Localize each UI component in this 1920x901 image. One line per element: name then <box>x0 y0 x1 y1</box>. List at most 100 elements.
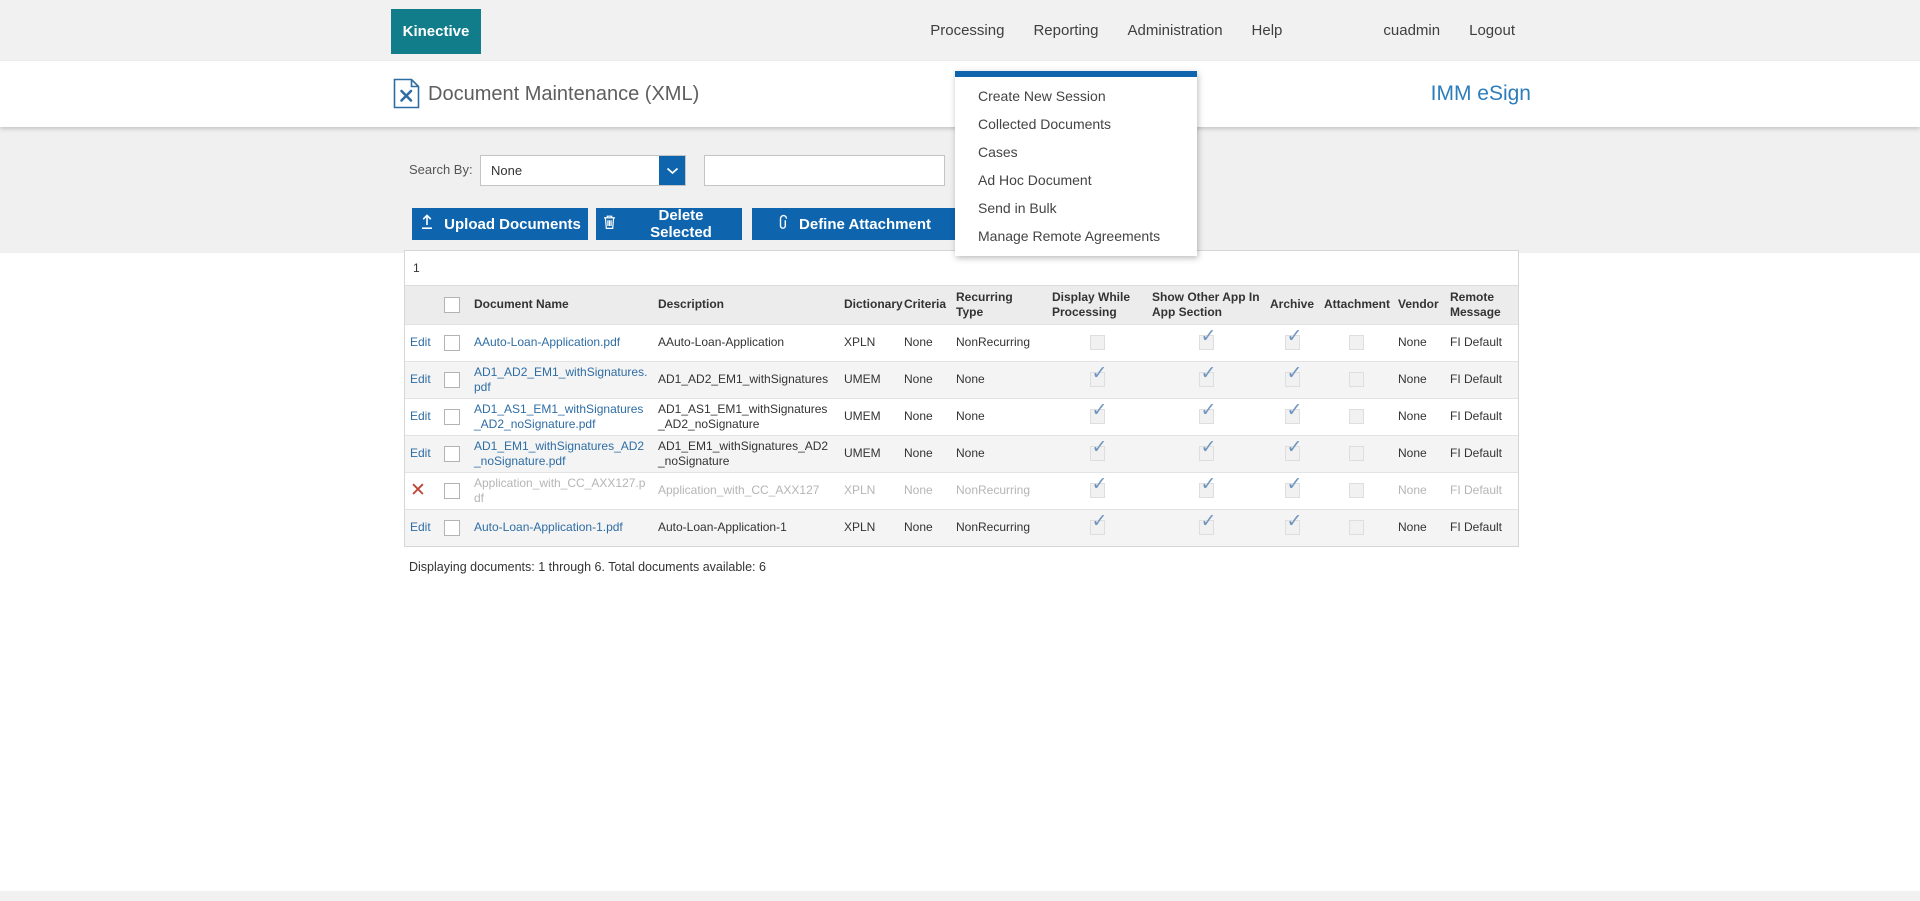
column-header-criteria: Criteria <box>899 286 951 324</box>
menu-item-create-new-session[interactable]: Create New Session <box>955 82 1197 110</box>
unchecked-indicator <box>1349 372 1364 387</box>
recurring-type-cell: None <box>951 361 1047 398</box>
display-while-processing-cell: ✓ <box>1047 361 1147 398</box>
processing-dropdown: Create New SessionCollected DocumentsCas… <box>955 71 1197 256</box>
archive-cell: ✓ <box>1265 472 1319 509</box>
edit-link[interactable]: Edit <box>410 335 431 349</box>
menu-item-cases[interactable]: Cases <box>955 138 1197 166</box>
check-icon: ✓ <box>1201 401 1217 420</box>
row-checkbox[interactable] <box>444 409 460 425</box>
select-cell <box>439 509 469 546</box>
nav-item-cuadmin[interactable]: cuadmin <box>1383 22 1440 39</box>
row-checkbox[interactable] <box>444 372 460 388</box>
search-input[interactable] <box>704 155 945 186</box>
column-header-vendor: Vendor <box>1393 286 1445 324</box>
check-icon: ✓ <box>1201 364 1217 383</box>
dictionary-cell: XPLN <box>839 472 899 509</box>
check-icon: ✓ <box>1287 364 1303 383</box>
paperclip-icon <box>776 214 790 235</box>
document-name-cell: AAuto-Loan-Application.pdf <box>469 324 653 361</box>
document-name-cell: Application_with_CC_AXX127.pdf <box>469 472 653 509</box>
criteria-cell: None <box>899 509 951 546</box>
check-icon: ✓ <box>1201 475 1217 494</box>
remote-message-cell: FI Default <box>1445 361 1518 398</box>
nav-item-reporting[interactable]: Reporting <box>1033 22 1098 39</box>
menu-item-ad-hoc-document[interactable]: Ad Hoc Document <box>955 166 1197 194</box>
check-icon: ✓ <box>1201 512 1217 531</box>
checked-indicator: ✓ <box>1090 446 1105 461</box>
row-checkbox[interactable] <box>444 483 460 499</box>
column-header-remote-message: Remote Message <box>1445 286 1518 324</box>
document-name-cell: Auto-Loan-Application-1.pdf <box>469 509 653 546</box>
show-other-app-cell: ✓ <box>1147 472 1265 509</box>
description-cell: AAuto-Loan-Application <box>653 324 839 361</box>
search-by-select[interactable]: None <box>480 155 686 186</box>
menu-item-send-in-bulk[interactable]: Send in Bulk <box>955 194 1197 222</box>
row-checkbox[interactable] <box>444 335 460 351</box>
document-name-link[interactable]: AD1_AS1_EM1_withSignatures_AD2_noSignatu… <box>474 402 643 431</box>
document-name-link[interactable]: AD1_AD2_EM1_withSignatures.pdf <box>474 365 647 394</box>
checked-indicator: ✓ <box>1199 520 1214 535</box>
dictionary-cell: UMEM <box>839 435 899 472</box>
unchecked-indicator <box>1349 409 1364 424</box>
attachment-cell <box>1319 361 1393 398</box>
checked-indicator: ✓ <box>1090 483 1105 498</box>
select-cell <box>439 398 469 435</box>
row-checkbox[interactable] <box>444 446 460 462</box>
trash-icon <box>602 214 617 234</box>
select-dropdown-button[interactable] <box>659 156 685 185</box>
upload-icon <box>419 214 435 234</box>
edit-link[interactable]: Edit <box>410 372 431 386</box>
criteria-cell: None <box>899 398 951 435</box>
document-name-link[interactable]: AD1_EM1_withSignatures_AD2_noSignature.p… <box>474 439 644 468</box>
edit-link[interactable]: Edit <box>410 409 431 423</box>
documents-table: Document NameDescriptionDictionaryCriter… <box>405 286 1518 546</box>
checked-indicator: ✓ <box>1199 446 1214 461</box>
unchecked-indicator <box>1349 335 1364 350</box>
menu-item-collected-documents[interactable]: Collected Documents <box>955 110 1197 138</box>
attachment-cell <box>1319 398 1393 435</box>
show-other-app-cell: ✓ <box>1147 435 1265 472</box>
edit-link[interactable]: Edit <box>410 520 431 534</box>
menu-item-manage-remote-agreements[interactable]: Manage Remote Agreements <box>955 222 1197 250</box>
action-cell: Edit <box>405 398 439 435</box>
criteria-cell: None <box>899 435 951 472</box>
archive-cell: ✓ <box>1265 324 1319 361</box>
criteria-cell: None <box>899 472 951 509</box>
row-checkbox[interactable] <box>444 520 460 536</box>
checked-indicator: ✓ <box>1090 409 1105 424</box>
nav-item-help[interactable]: Help <box>1252 22 1283 39</box>
upload-documents-button[interactable]: Upload Documents <box>412 208 588 240</box>
checked-indicator: ✓ <box>1285 483 1300 498</box>
check-icon: ✓ <box>1092 401 1108 420</box>
checked-indicator: ✓ <box>1285 372 1300 387</box>
nav-item-administration[interactable]: Administration <box>1128 22 1223 39</box>
description-cell: AD1_EM1_withSignatures_AD2_noSignature <box>653 435 839 472</box>
table-header-row: Document NameDescriptionDictionaryCriter… <box>405 286 1518 324</box>
select-cell <box>439 435 469 472</box>
select-all-checkbox[interactable] <box>444 297 460 313</box>
pagination-page-number[interactable]: 1 <box>405 251 1518 286</box>
delete-selected-button[interactable]: Delete Selected <box>596 208 742 240</box>
dictionary-cell: UMEM <box>839 398 899 435</box>
edit-link[interactable]: Edit <box>410 446 431 460</box>
check-icon: ✓ <box>1287 327 1303 346</box>
recurring-type-cell: NonRecurring <box>951 324 1047 361</box>
column-header-description: Description <box>653 286 839 324</box>
description-cell: Auto-Loan-Application-1 <box>653 509 839 546</box>
select-cell <box>439 324 469 361</box>
vendor-cell: None <box>1393 509 1445 546</box>
product-name: IMM eSign <box>1431 61 1531 127</box>
remote-message-cell: FI Default <box>1445 398 1518 435</box>
define-attachment-button[interactable]: Define Attachment <box>752 208 955 240</box>
nav-item-logout[interactable]: Logout <box>1469 22 1515 39</box>
remove-icon[interactable]: ✕ <box>410 481 426 500</box>
document-name-link[interactable]: AAuto-Loan-Application.pdf <box>474 335 620 349</box>
document-name-link[interactable]: Auto-Loan-Application-1.pdf <box>474 520 623 534</box>
check-icon: ✓ <box>1092 512 1108 531</box>
document-name-cell: AD1_AS1_EM1_withSignatures_AD2_noSignatu… <box>469 398 653 435</box>
dictionary-cell: XPLN <box>839 324 899 361</box>
nav-item-processing[interactable]: Processing <box>930 22 1004 39</box>
kinective-logo[interactable]: Kinective <box>391 9 481 54</box>
column-header-dictionary: Dictionary <box>839 286 899 324</box>
